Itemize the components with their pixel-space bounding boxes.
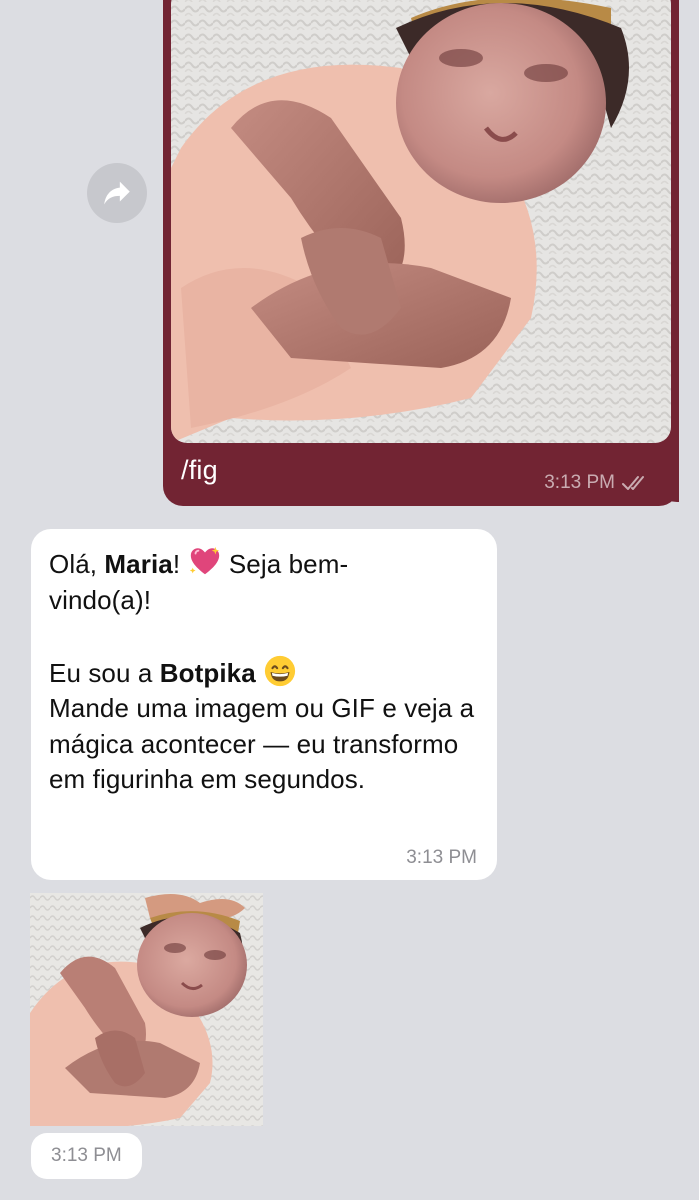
double-check-icon xyxy=(622,476,644,490)
incoming-timestamp: 3:13 PM xyxy=(406,847,477,868)
greeting-rest: Seja bem- xyxy=(221,549,349,579)
greeting-exclamation: ! xyxy=(172,549,181,579)
greeting-prefix: Olá, xyxy=(49,549,105,579)
intro-prefix: Eu sou a xyxy=(49,657,160,688)
greeting-line: Olá, Maria! Seja bem- xyxy=(49,545,479,583)
greeting-line-2: vindo(a)! xyxy=(49,584,152,615)
outgoing-meta: 3:13 PM xyxy=(544,472,651,494)
grinning-face-icon xyxy=(265,655,296,686)
outgoing-caption: /fig xyxy=(181,455,218,485)
outgoing-photo[interactable] xyxy=(171,0,671,443)
intro-line: Eu sou a Botpika xyxy=(49,654,479,692)
bot-name: Botpika xyxy=(159,657,256,688)
incoming-body-text: Mande uma imagem ou GIF e veja a mágica … xyxy=(49,693,475,794)
outgoing-timestamp: 3:13 PM xyxy=(544,472,615,493)
outgoing-message-bubble[interactable]: /fig 3:13 PM xyxy=(163,0,679,506)
forward-button[interactable] xyxy=(87,163,147,223)
greeting-name: Maria xyxy=(104,549,173,579)
sticker-message[interactable] xyxy=(30,893,263,1126)
sparkling-heart-icon xyxy=(189,546,219,575)
sticker-image xyxy=(30,893,263,1126)
sticker-timestamp: 3:13 PM xyxy=(31,1133,142,1179)
outgoing-bubble-tail xyxy=(667,480,693,506)
photo-image xyxy=(171,0,671,443)
incoming-message-text: Olá, Maria! Seja bem- vindo(a)! Eu sou a… xyxy=(49,545,479,798)
forward-icon xyxy=(104,181,130,205)
incoming-message-bubble[interactable]: Olá, Maria! Seja bem- vindo(a)! Eu sou a… xyxy=(31,529,497,880)
